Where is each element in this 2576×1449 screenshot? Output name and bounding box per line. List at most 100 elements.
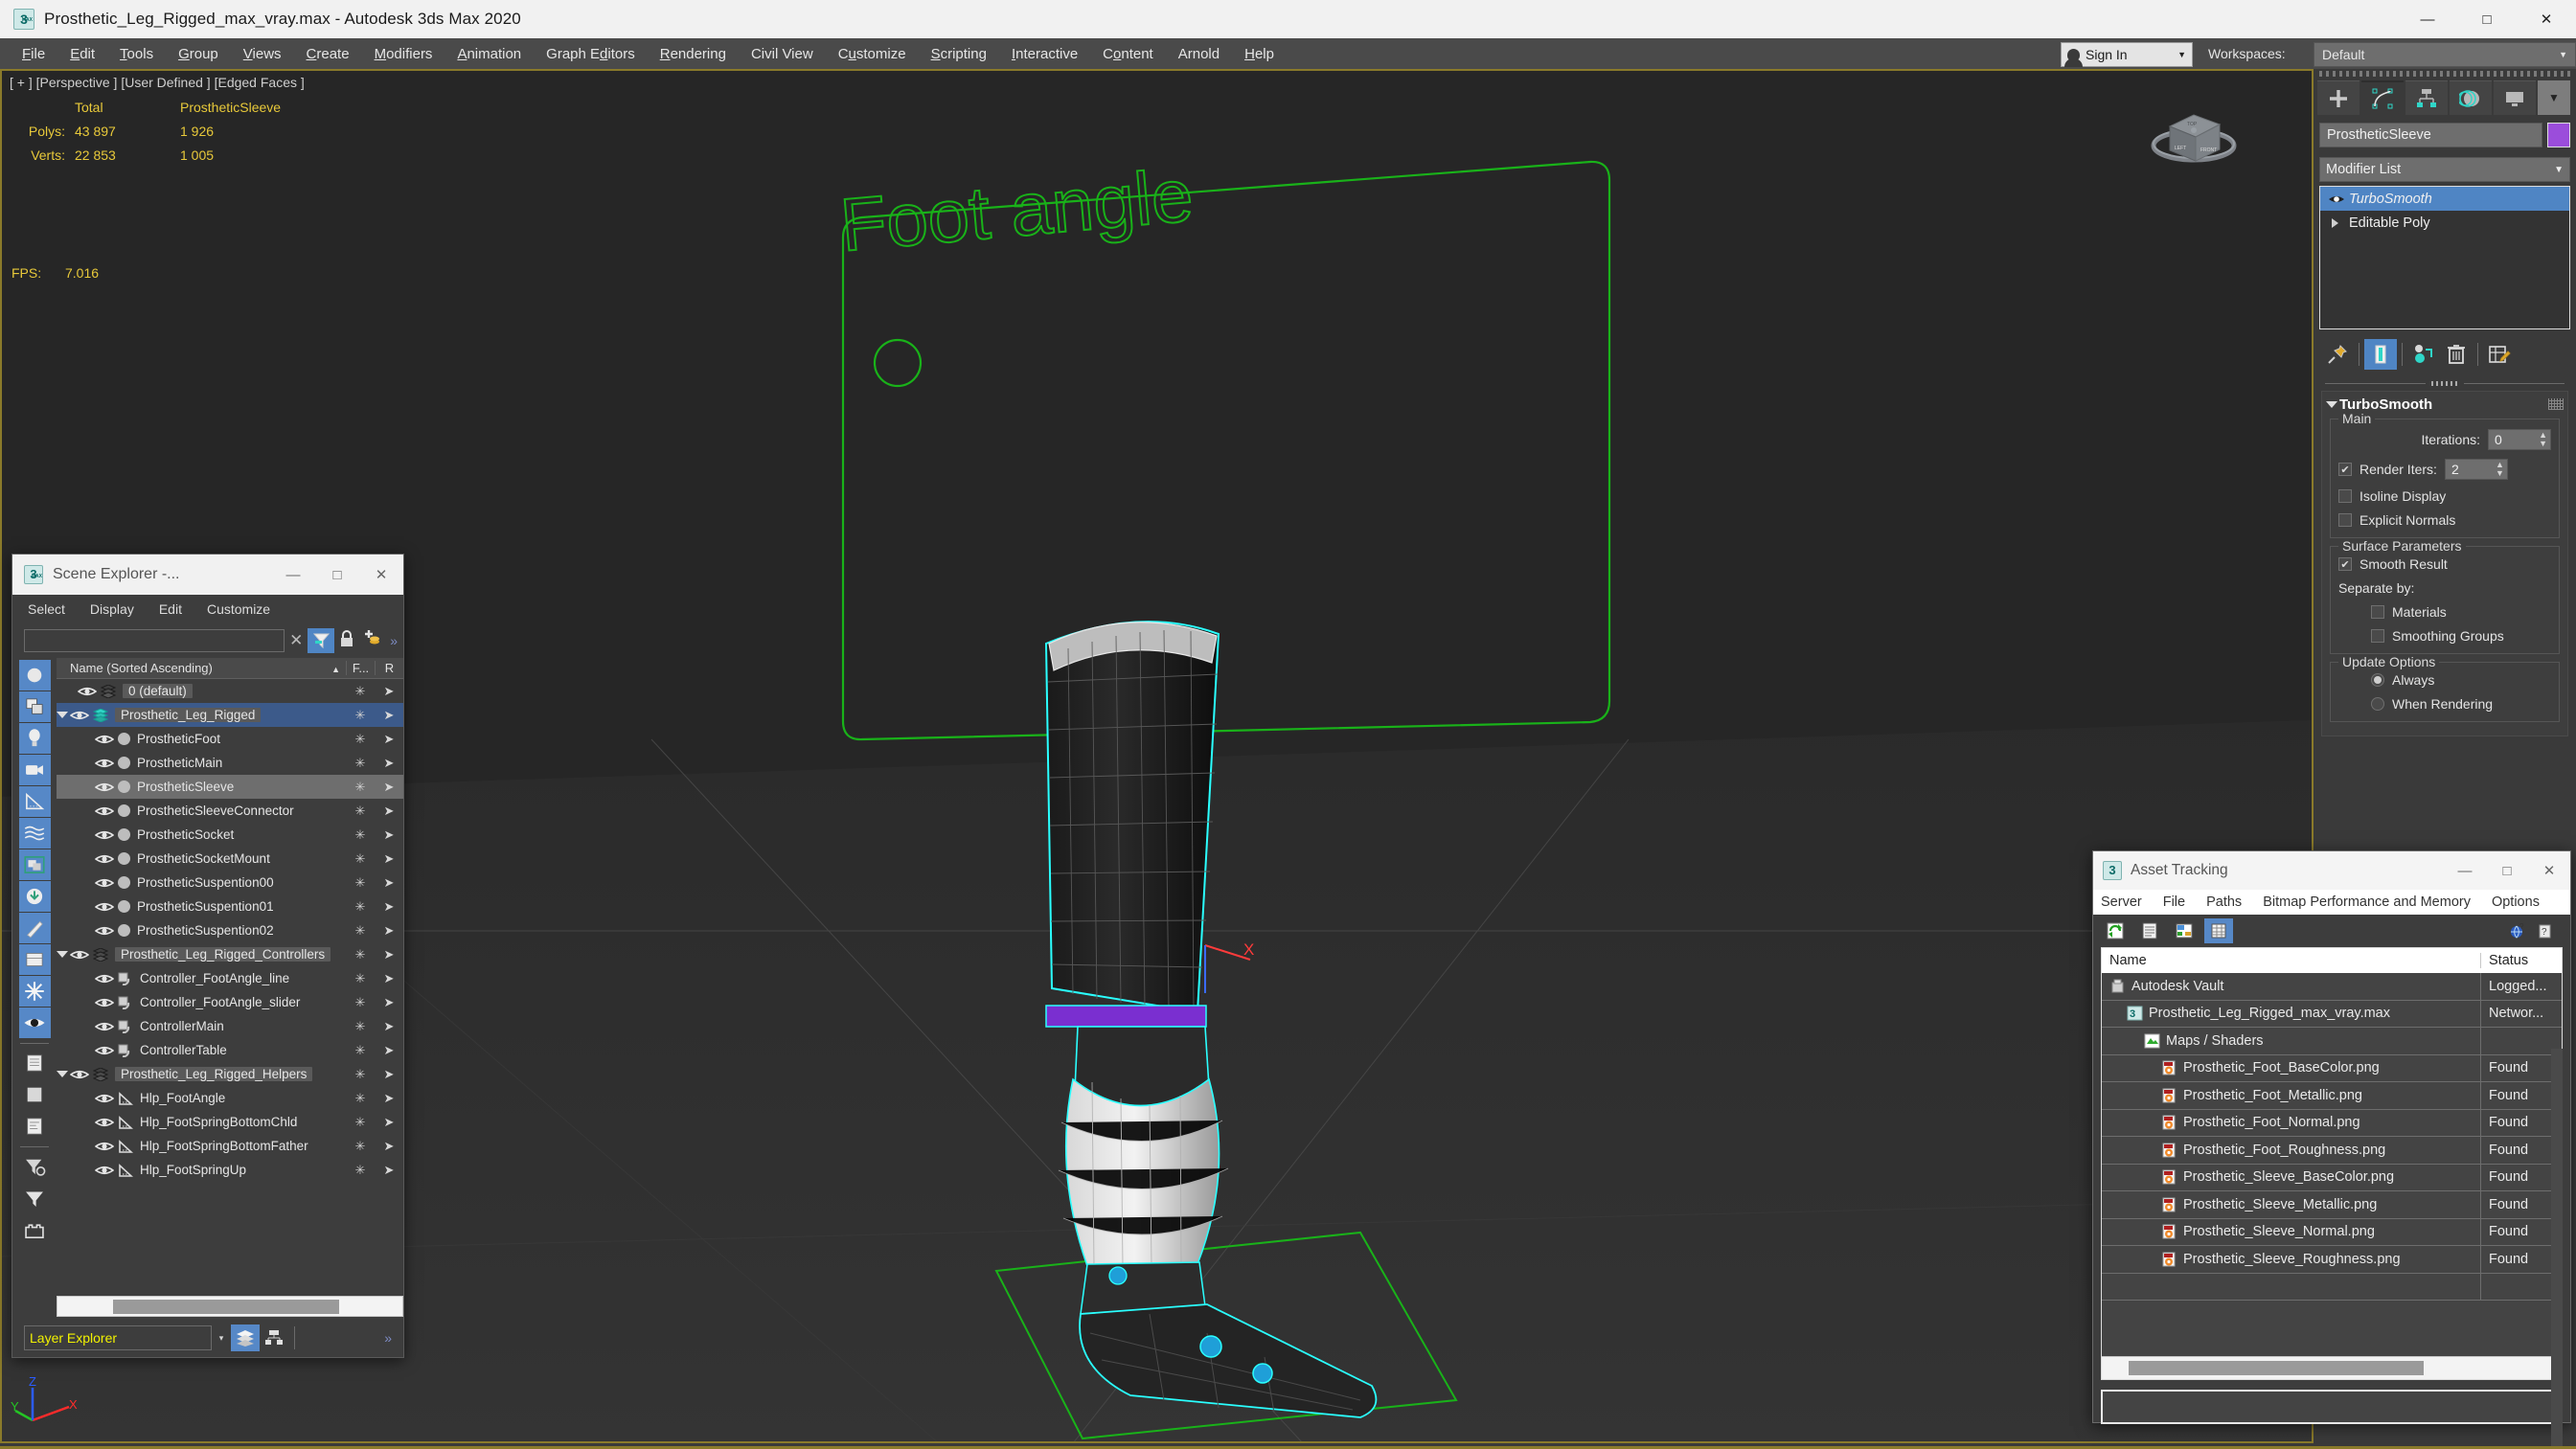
scene-explorer-select-spacewarp-button[interactable] <box>18 818 51 849</box>
expander-down-icon[interactable] <box>57 951 68 958</box>
explicit-normals-checkbox[interactable] <box>2338 513 2352 527</box>
visibility-toggle[interactable] <box>69 948 90 962</box>
scene-explorer-menu-customize[interactable]: Customize <box>207 601 270 617</box>
asset-row[interactable]: 3 Prosthetic_Leg_Rigged_max_vray.max Netwo… <box>2102 1000 2562 1028</box>
asset-tracking-menu-file[interactable]: File <box>2163 894 2185 910</box>
menu-graph-editors[interactable]: Graph Editors <box>534 42 648 66</box>
scene-explorer-select-group-button[interactable] <box>18 849 51 880</box>
scene-explorer-select-light-button[interactable] <box>18 723 51 754</box>
render-cell[interactable]: ➤ <box>375 708 403 723</box>
render-cell[interactable]: ➤ <box>375 995 403 1010</box>
asset-tracking-menu-paths[interactable]: Paths <box>2206 894 2242 910</box>
modifier-expander[interactable] <box>2324 217 2349 228</box>
visibility-toggle[interactable] <box>94 1044 115 1057</box>
modifier-stack-item-turbosmooth[interactable]: TurboSmooth <box>2320 187 2569 211</box>
display-tab[interactable] <box>2494 80 2536 115</box>
scene-explorer-list-view-button[interactable] <box>19 1048 51 1078</box>
smooth-result-checkbox[interactable]: ✔ <box>2338 557 2352 571</box>
scene-explorer-row[interactable]: Controller_FootAngle_line ✳ ➤ <box>57 966 403 990</box>
render-cell[interactable]: ➤ <box>375 804 403 819</box>
command-panel-grip[interactable] <box>2319 71 2570 77</box>
render-cell[interactable]: ➤ <box>375 780 403 795</box>
menu-civil-view[interactable]: Civil View <box>739 42 826 66</box>
freeze-cell[interactable]: ✳ <box>346 804 375 819</box>
hierarchy-tab[interactable] <box>2405 80 2448 115</box>
scene-explorer-select-bone-button[interactable] <box>18 913 51 943</box>
render-cell[interactable]: ➤ <box>375 1163 403 1178</box>
visibility-toggle[interactable] <box>94 876 115 890</box>
scene-explorer-list[interactable]: Name (Sorted Ascending) ▲ F... R 0 (defa… <box>57 658 403 1250</box>
scene-explorer-row[interactable]: ControllerTable ✳ ➤ <box>57 1038 403 1062</box>
add-layer-button[interactable] <box>359 629 384 652</box>
render-cell[interactable]: ➤ <box>375 1019 403 1034</box>
visibility-toggle[interactable] <box>94 1020 115 1033</box>
column-header-status[interactable]: Status <box>2481 953 2562 968</box>
menu-content[interactable]: Content <box>1090 42 1166 66</box>
freeze-cell[interactable]: ✳ <box>346 1163 375 1178</box>
freeze-cell[interactable]: ✳ <box>346 1091 375 1106</box>
asset-tracking-window[interactable]: 3 Asset Tracking — □ ✕ Server File Paths Bi… <box>2092 850 2571 1449</box>
scene-explorer-row[interactable]: ProstheticSocket ✳ ➤ <box>57 823 403 847</box>
grid-view-button[interactable] <box>2204 918 2233 943</box>
asset-row[interactable]: Prosthetic_Foot_BaseColor.png Found <box>2102 1054 2562 1082</box>
freeze-cell[interactable]: ✳ <box>346 732 375 747</box>
render-cell[interactable]: ➤ <box>375 1139 403 1154</box>
column-header-name[interactable]: Name (Sorted Ascending) ▲ <box>57 661 346 675</box>
menu-help[interactable]: Help <box>1232 42 1287 66</box>
scene-explorer-row[interactable]: 0 (default) ✳ ➤ <box>57 679 403 703</box>
visibility-toggle[interactable] <box>94 757 115 770</box>
freeze-cell[interactable]: ✳ <box>346 851 375 867</box>
modify-tab[interactable] <box>2361 80 2404 115</box>
asset-grid-vscrollbar[interactable] <box>2551 1049 2563 1449</box>
render-cell[interactable]: ➤ <box>375 732 403 747</box>
maximize-button[interactable]: □ <box>2457 0 2517 38</box>
spinner-arrows-icon[interactable]: ▲ ▼ <box>2539 431 2547 448</box>
freeze-cell[interactable]: ✳ <box>346 947 375 962</box>
list-view-button[interactable] <box>2135 918 2164 943</box>
menu-tools[interactable]: Tools <box>107 42 166 66</box>
asset-tracking-minimize-button[interactable]: — <box>2444 851 2486 890</box>
asset-tracking-close-button[interactable]: ✕ <box>2528 851 2570 890</box>
scene-explorer-detail-view-button[interactable] <box>19 1111 51 1142</box>
scene-explorer-close-button[interactable]: ✕ <box>359 555 403 595</box>
scene-explorer-select-shape-button[interactable] <box>18 691 51 722</box>
visibility-toggle[interactable] <box>94 1164 115 1177</box>
render-cell[interactable]: ➤ <box>375 971 403 986</box>
menu-animation[interactable]: Animation <box>445 42 534 66</box>
render-cell[interactable]: ➤ <box>375 684 403 699</box>
menu-file[interactable]: File <box>10 42 57 66</box>
scene-explorer-filter-button[interactable] <box>19 1183 51 1213</box>
sign-in-button[interactable]: Sign In ▼ <box>2061 42 2193 67</box>
visibility-toggle[interactable] <box>94 1116 115 1129</box>
scene-explorer-row[interactable]: Hlp_FootSpringBottomChld ✳ ➤ <box>57 1110 403 1134</box>
menu-scripting[interactable]: Scripting <box>919 42 999 66</box>
close-button[interactable]: ✕ <box>2517 0 2576 38</box>
remove-modifier-button[interactable] <box>2440 339 2473 370</box>
render-iters-checkbox[interactable]: ✔ <box>2338 463 2352 476</box>
scene-explorer-select-container-button[interactable] <box>18 944 51 975</box>
expander-down-icon[interactable] <box>57 712 68 718</box>
scene-explorer-row[interactable]: ProstheticSleeveConnector ✳ ➤ <box>57 799 403 823</box>
visibility-toggle[interactable] <box>94 781 115 794</box>
menu-edit[interactable]: Edit <box>57 42 107 66</box>
scene-explorer-row[interactable]: ProstheticSleeve ✳ ➤ <box>57 775 403 799</box>
minimize-button[interactable]: — <box>2398 0 2457 38</box>
render-cell[interactable]: ➤ <box>375 1115 403 1130</box>
asset-row[interactable]: Prosthetic_Foot_Roughness.png Found <box>2102 1137 2562 1165</box>
scene-explorer-box-view-button[interactable] <box>19 1079 51 1110</box>
modifier-visibility-toggle[interactable] <box>2324 193 2349 205</box>
modifier-list-select[interactable]: Modifier List ▼ <box>2319 157 2570 182</box>
scene-explorer-row[interactable]: Hlp_FootSpringBottomFather ✳ ➤ <box>57 1134 403 1158</box>
render-cell[interactable]: ➤ <box>375 827 403 843</box>
scene-explorer-row[interactable]: ControllerMain ✳ ➤ <box>57 1014 403 1038</box>
freeze-cell[interactable]: ✳ <box>346 1115 375 1130</box>
layer-explorer-button[interactable] <box>231 1324 260 1351</box>
scene-explorer-row[interactable]: Hlp_FootAngle ✳ ➤ <box>57 1086 403 1110</box>
visibility-toggle[interactable] <box>69 1068 90 1081</box>
scene-explorer-select-helper-button[interactable] <box>18 786 51 817</box>
hierarchy-explorer-button[interactable] <box>260 1324 288 1351</box>
menu-rendering[interactable]: Rendering <box>648 42 739 66</box>
scene-explorer-row[interactable]: Prosthetic_Leg_Rigged ✳ ➤ <box>57 703 403 727</box>
modifier-stack[interactable]: TurboSmooth Editable Poly <box>2319 186 2570 329</box>
workspace-select[interactable]: Default ▼ <box>2314 42 2576 67</box>
